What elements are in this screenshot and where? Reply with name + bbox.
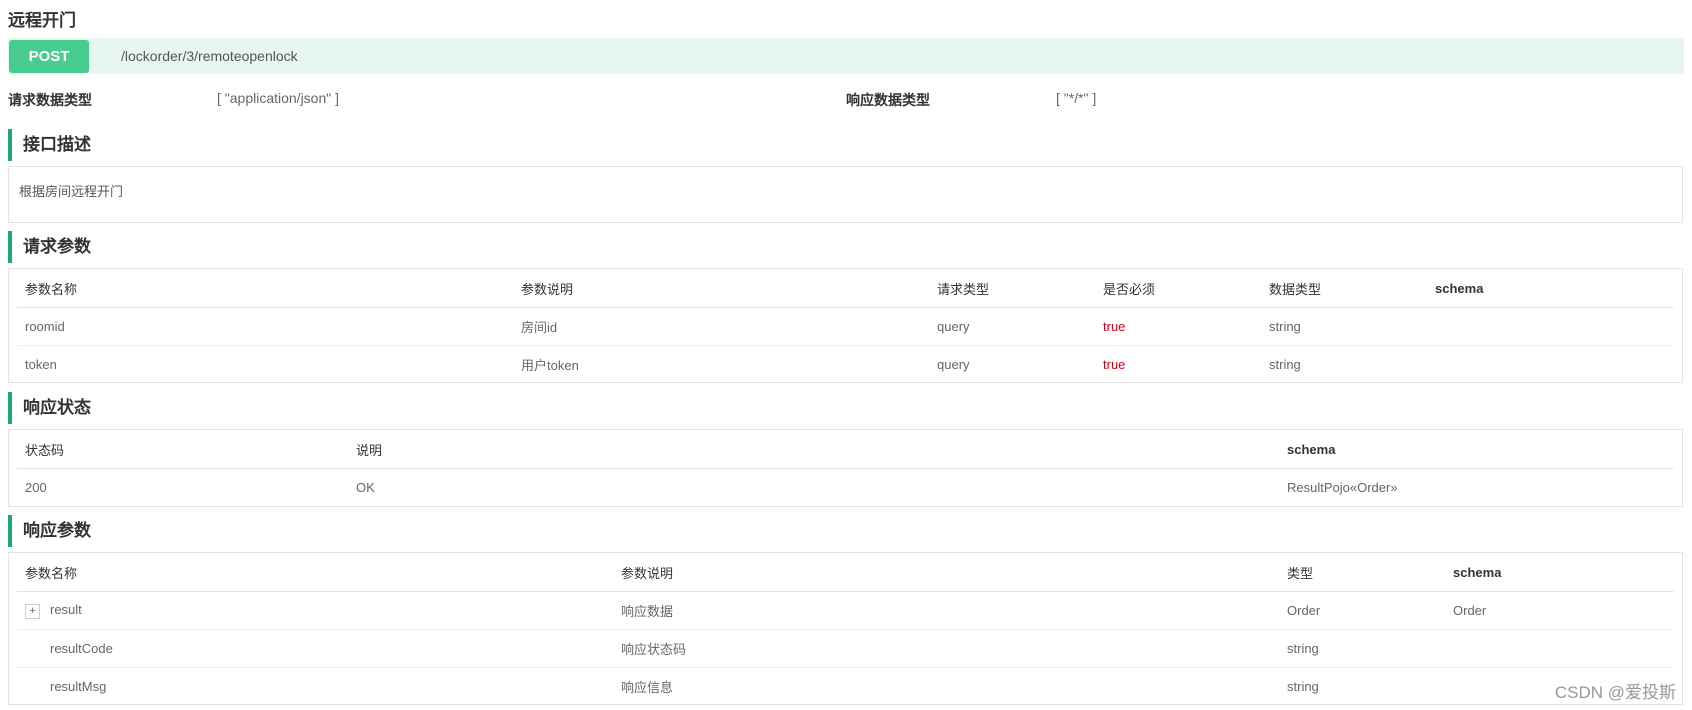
param-schema xyxy=(1445,629,1674,668)
response-status-table: 状态码 说明 schema 200 OK ResultPojo«Order» xyxy=(17,430,1674,506)
table-row: 200 OK ResultPojo«Order» xyxy=(17,469,1674,507)
column-header: 请求类型 xyxy=(929,269,1095,308)
section-title: 响应状态 xyxy=(23,398,91,417)
param-type: Order xyxy=(1279,591,1445,630)
param-in: query xyxy=(929,307,1095,346)
description-text: 根据房间远程开门 xyxy=(19,184,124,199)
method-badge[interactable]: POST xyxy=(9,40,89,73)
table-row: roomid 房间id query true string xyxy=(17,307,1674,346)
param-name: token xyxy=(25,357,57,372)
param-desc: 响应数据 xyxy=(613,591,1279,630)
table-row: + result 响应数据 Order Order xyxy=(17,591,1674,630)
column-header: 参数名称 xyxy=(17,553,613,592)
column-header: 状态码 xyxy=(17,430,348,469)
request-params-table-box: 参数名称 参数说明 请求类型 是否必须 数据类型 schema roomid 房… xyxy=(8,268,1683,383)
column-header: 数据类型 xyxy=(1261,269,1427,308)
param-schema[interactable]: Order xyxy=(1445,591,1674,630)
response-status-table-box: 状态码 说明 schema 200 OK ResultPojo«Order» xyxy=(8,429,1683,507)
section-response-params-header: 响应参数 xyxy=(8,515,1692,547)
status-schema[interactable]: ResultPojo«Order» xyxy=(1279,469,1674,507)
param-name: roomid xyxy=(17,307,513,346)
section-title: 接口描述 xyxy=(23,135,91,154)
watermark: CSDN @爱投斯 xyxy=(1554,683,1676,702)
param-desc: 房间id xyxy=(513,307,929,346)
param-required: true xyxy=(1103,357,1126,372)
column-header: 参数说明 xyxy=(613,553,1279,592)
table-row: resultCode 响应状态码 string xyxy=(17,629,1674,668)
column-header: 类型 xyxy=(1279,553,1445,592)
table-header-row: 参数名称 参数说明 请求类型 是否必须 数据类型 schema xyxy=(17,269,1674,308)
param-name: resultCode xyxy=(17,629,613,668)
param-name-cell: + result xyxy=(17,591,613,630)
column-header: 是否必须 xyxy=(1095,269,1261,308)
column-header: schema xyxy=(1279,430,1674,469)
expand-icon[interactable]: + xyxy=(25,603,40,619)
param-desc: 用户token xyxy=(521,358,579,373)
param-required: true xyxy=(1095,307,1261,346)
section-title: 响应参数 xyxy=(23,521,91,540)
request-content-type: [ "application/json" ] xyxy=(217,90,340,106)
section-response-status-header: 响应状态 xyxy=(8,392,1692,424)
status-code: 200 xyxy=(25,480,47,495)
param-name: result xyxy=(50,602,82,618)
column-header: 说明 xyxy=(348,430,1279,469)
response-content-type: [ "*/*" ] xyxy=(1056,90,1097,106)
status-desc: OK xyxy=(356,480,375,495)
response-params-table: 参数名称 参数说明 类型 schema + result 响应数据 Order O… xyxy=(17,553,1674,705)
section-request-params-header: 请求参数 xyxy=(8,231,1692,263)
column-header: 参数名称 xyxy=(17,269,513,308)
response-params-table-box: 参数名称 参数说明 类型 schema + result 响应数据 Order O… xyxy=(8,552,1683,705)
column-header: schema xyxy=(1427,269,1674,308)
endpoint-path[interactable]: /lockorder/3/remoteopenlock xyxy=(121,48,298,64)
table-header-row: 状态码 说明 schema xyxy=(17,430,1674,469)
request-params-table: 参数名称 参数说明 请求类型 是否必须 数据类型 schema roomid 房… xyxy=(17,269,1674,383)
param-desc: 响应信息 xyxy=(621,680,674,695)
request-content-type-label: 请求数据类型 xyxy=(8,92,92,108)
param-desc: 响应状态码 xyxy=(613,629,1279,668)
param-schema xyxy=(1427,307,1674,346)
table-row: token 用户token query true string xyxy=(17,346,1674,384)
description-box: 根据房间远程开门 xyxy=(8,166,1683,223)
param-type: string xyxy=(1261,307,1427,346)
column-header: schema xyxy=(1445,553,1674,592)
param-type: string xyxy=(1287,679,1319,694)
section-description-header: 接口描述 xyxy=(8,129,1692,161)
param-schema xyxy=(1427,346,1674,384)
response-content-type-label: 响应数据类型 xyxy=(846,92,930,108)
param-in: query xyxy=(937,357,970,372)
table-header-row: 参数名称 参数说明 类型 schema xyxy=(17,553,1674,592)
section-title: 请求参数 xyxy=(23,237,91,256)
param-type: string xyxy=(1279,629,1445,668)
table-row: resultMsg 响应信息 string xyxy=(17,668,1674,706)
param-name: resultMsg xyxy=(50,679,107,694)
page-title: 远程开门 xyxy=(8,11,76,30)
param-type: string xyxy=(1269,357,1301,372)
column-header: 参数说明 xyxy=(513,269,929,308)
